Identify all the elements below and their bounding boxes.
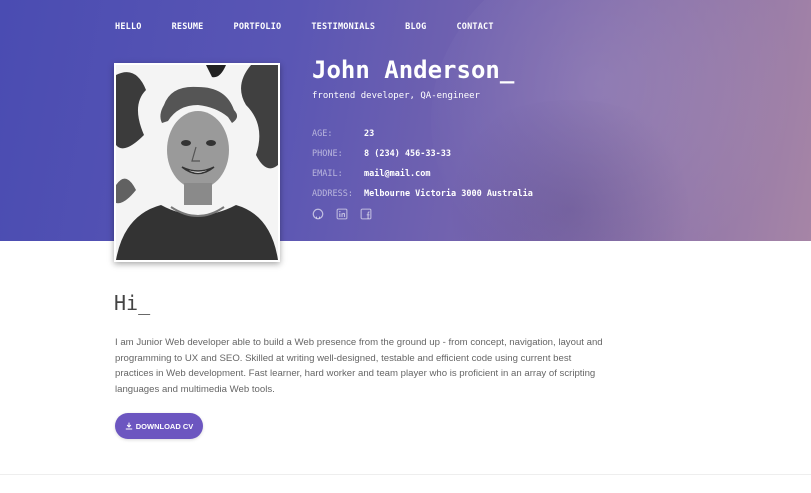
- info-label: PHONE:: [312, 149, 343, 159]
- info-row-age: AGE: 23: [312, 124, 533, 144]
- nav-item-resume[interactable]: RESUME: [172, 22, 204, 32]
- about-text: I am Junior Web developer able to build …: [115, 337, 603, 395]
- profile-photo: [114, 63, 280, 262]
- nav-item-testimonials[interactable]: TESTIMONIALS: [311, 22, 375, 32]
- social-links: [312, 208, 384, 220]
- info-value: mail@mail.com: [364, 169, 431, 179]
- download-icon: [125, 422, 132, 430]
- info-value: 8 (234) 456-33-33: [364, 149, 451, 159]
- download-cv-label: DOWNLOAD CV: [135, 421, 194, 431]
- nav-item-hello[interactable]: HELLO: [115, 22, 142, 32]
- info-label: EMAIL:: [312, 169, 343, 179]
- profile-role: frontend developer, QA-engineer: [312, 91, 480, 101]
- nav-item-blog[interactable]: BLOG: [405, 22, 426, 32]
- info-label: ADDRESS:: [312, 189, 353, 199]
- info-value: 23: [364, 129, 375, 139]
- info-value: Melbourne Victoria 3000 Australia: [364, 189, 533, 199]
- profile-name: John Anderson_: [312, 56, 515, 84]
- facebook-icon[interactable]: [360, 208, 372, 220]
- profile-info: AGE: 23 PHONE: 8 (234) 456-33-33 EMAIL: …: [312, 124, 533, 204]
- nav-item-contact[interactable]: CONTACT: [456, 22, 493, 32]
- info-label: AGE:: [312, 129, 333, 139]
- info-row-email: EMAIL: mail@mail.com: [312, 164, 533, 184]
- github-icon[interactable]: [312, 208, 324, 220]
- main-nav: HELLO RESUME PORTFOLIO TESTIMONIALS BLOG…: [115, 22, 524, 32]
- nav-item-portfolio[interactable]: PORTFOLIO: [234, 22, 282, 32]
- linkedin-icon[interactable]: [336, 208, 348, 220]
- info-row-address: ADDRESS: Melbourne Victoria 3000 Austral…: [312, 184, 533, 204]
- section-divider: [0, 474, 811, 475]
- download-cv-button[interactable]: DOWNLOAD CV: [115, 413, 203, 439]
- info-row-phone: PHONE: 8 (234) 456-33-33: [312, 144, 533, 164]
- about-heading: Hi_: [114, 291, 151, 315]
